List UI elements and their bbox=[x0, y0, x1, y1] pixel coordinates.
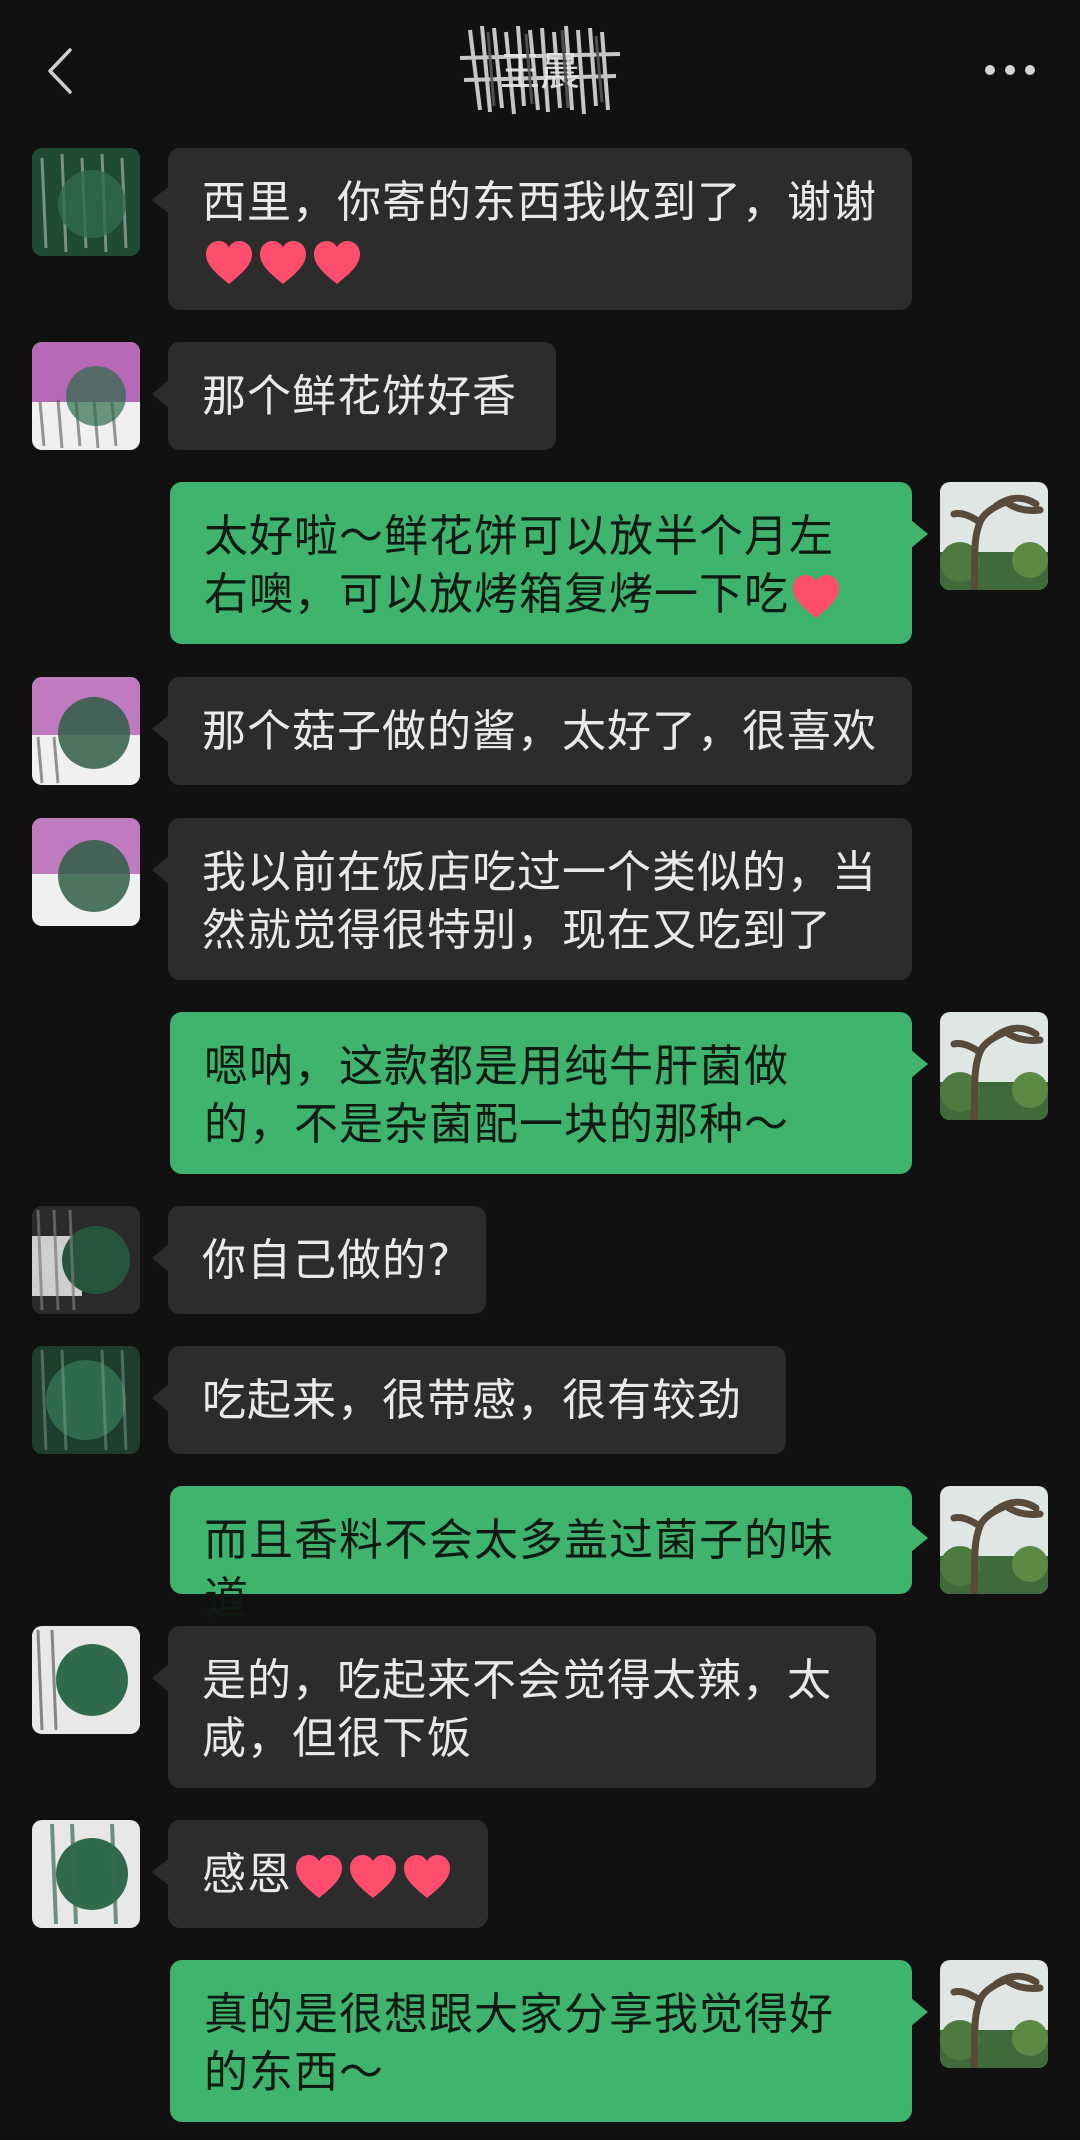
redacted-avatar-icon bbox=[32, 1346, 140, 1454]
back-button[interactable] bbox=[30, 38, 90, 104]
incoming-message-bubble[interactable]: 我以前在饭店吃过一个类似的，当然就觉得很特别，现在又吃到了 bbox=[152, 818, 912, 980]
chat-title-area: 王晨 bbox=[430, 18, 650, 118]
incoming-message-bubble[interactable]: 西里，你寄的东西我收到了，谢谢 bbox=[152, 148, 912, 310]
contact-avatar[interactable] bbox=[32, 818, 140, 926]
outgoing-message-bubble[interactable]: 嗯呐，这款都是用纯牛肝菌做的，不是杂菌配一块的那种～ bbox=[170, 1012, 928, 1174]
message-text: 真的是很想跟大家分享我觉得好的东西～ bbox=[204, 1989, 834, 2098]
chat-header: 王晨 bbox=[0, 0, 1080, 140]
message-row: 感恩 bbox=[0, 1820, 1080, 1928]
contact-avatar[interactable] bbox=[32, 148, 140, 256]
message-text: 感恩 bbox=[202, 1849, 292, 1900]
message-text: 太好啦～鲜花饼可以放半个月左右噢，可以放烤箱复烤一下吃 bbox=[204, 511, 834, 620]
message-row: 那个菇子做的酱，太好了，很喜欢 bbox=[0, 677, 1080, 785]
redacted-avatar-icon bbox=[32, 818, 140, 926]
redacted-avatar-icon bbox=[32, 1820, 140, 1928]
message-text: 吃起来，很带感，很有较劲 bbox=[202, 1375, 742, 1426]
message-text: 而且香料不会太多盖过菌子的味道 bbox=[204, 1515, 834, 1624]
my-avatar[interactable] bbox=[940, 1960, 1048, 2068]
contact-avatar[interactable] bbox=[32, 1820, 140, 1928]
more-horizontal-icon bbox=[985, 65, 1035, 75]
tree-photo-avatar-icon bbox=[940, 1012, 1048, 1120]
message-row: 那个鲜花饼好香 bbox=[0, 342, 1080, 450]
outgoing-message-bubble[interactable]: 而且香料不会太多盖过菌子的味道 bbox=[170, 1486, 928, 1624]
message-row: 而且香料不会太多盖过菌子的味道 bbox=[0, 1486, 1080, 1624]
my-avatar[interactable] bbox=[940, 482, 1048, 590]
chevron-left-icon bbox=[48, 48, 72, 94]
message-text: 你自己做的? bbox=[202, 1235, 452, 1286]
message-text: 嗯呐，这款都是用纯牛肝菌做的，不是杂菌配一块的那种～ bbox=[204, 1041, 789, 1150]
heart-icon bbox=[404, 1855, 450, 1898]
heart-icon bbox=[206, 241, 252, 284]
more-options-button[interactable] bbox=[970, 42, 1050, 98]
my-avatar[interactable] bbox=[940, 1486, 1048, 1594]
message-row: 我以前在饭店吃过一个类似的，当然就觉得很特别，现在又吃到了 bbox=[0, 818, 1080, 980]
heart-emojis bbox=[204, 240, 362, 286]
contact-avatar[interactable] bbox=[32, 677, 140, 785]
incoming-message-bubble[interactable]: 你自己做的? bbox=[152, 1206, 486, 1314]
message-row: 真的是很想跟大家分享我觉得好的东西～ bbox=[0, 1960, 1080, 2122]
redacted-avatar-icon bbox=[32, 148, 140, 256]
redacted-avatar-icon bbox=[32, 677, 140, 785]
heart-icon bbox=[260, 241, 306, 284]
incoming-message-bubble[interactable]: 感恩 bbox=[152, 1820, 488, 1928]
heart-emojis bbox=[791, 574, 841, 620]
heart-icon bbox=[296, 1855, 342, 1898]
heart-icon bbox=[350, 1855, 396, 1898]
redacted-avatar-icon bbox=[32, 1626, 140, 1734]
incoming-message-bubble[interactable]: 那个菇子做的酱，太好了，很喜欢 bbox=[152, 677, 912, 785]
message-text: 那个菇子做的酱，太好了，很喜欢 bbox=[202, 706, 877, 757]
redacted-avatar-icon bbox=[32, 1206, 140, 1314]
contact-avatar[interactable] bbox=[32, 1346, 140, 1454]
message-text: 那个鲜花饼好香 bbox=[202, 371, 517, 422]
contact-avatar[interactable] bbox=[32, 342, 140, 450]
my-avatar[interactable] bbox=[940, 1012, 1048, 1120]
heart-icon bbox=[314, 241, 360, 284]
heart-emojis bbox=[294, 1854, 452, 1900]
message-row: 吃起来，很带感，很有较劲 bbox=[0, 1346, 1080, 1454]
incoming-message-bubble[interactable]: 那个鲜花饼好香 bbox=[152, 342, 556, 450]
redacted-avatar-icon bbox=[32, 342, 140, 450]
tree-photo-avatar-icon bbox=[940, 1960, 1048, 2068]
contact-avatar[interactable] bbox=[32, 1206, 140, 1314]
redaction-scribble bbox=[459, 25, 621, 115]
message-row: 你自己做的? bbox=[0, 1206, 1080, 1314]
tree-photo-avatar-icon bbox=[940, 1486, 1048, 1594]
incoming-message-bubble[interactable]: 是的，吃起来不会觉得太辣，太咸，但很下饭 bbox=[152, 1626, 876, 1788]
outgoing-message-bubble[interactable]: 太好啦～鲜花饼可以放半个月左右噢，可以放烤箱复烤一下吃 bbox=[170, 482, 928, 644]
message-row: 嗯呐，这款都是用纯牛肝菌做的，不是杂菌配一块的那种～ bbox=[0, 1012, 1080, 1174]
tree-photo-avatar-icon bbox=[940, 482, 1048, 590]
message-text: 我以前在饭店吃过一个类似的，当然就觉得很特别，现在又吃到了 bbox=[202, 847, 877, 956]
outgoing-message-bubble[interactable]: 真的是很想跟大家分享我觉得好的东西～ bbox=[170, 1960, 928, 2122]
heart-icon bbox=[793, 575, 839, 618]
incoming-message-bubble[interactable]: 吃起来，很带感，很有较劲 bbox=[152, 1346, 786, 1454]
contact-avatar[interactable] bbox=[32, 1626, 140, 1734]
message-text: 是的，吃起来不会觉得太辣，太咸，但很下饭 bbox=[202, 1655, 832, 1764]
message-row: 是的，吃起来不会觉得太辣，太咸，但很下饭 bbox=[0, 1626, 1080, 1788]
message-text: 西里，你寄的东西我收到了，谢谢 bbox=[202, 177, 877, 228]
message-row: 西里，你寄的东西我收到了，谢谢 bbox=[0, 148, 1080, 310]
message-row: 太好啦～鲜花饼可以放半个月左右噢，可以放烤箱复烤一下吃 bbox=[0, 482, 1080, 644]
